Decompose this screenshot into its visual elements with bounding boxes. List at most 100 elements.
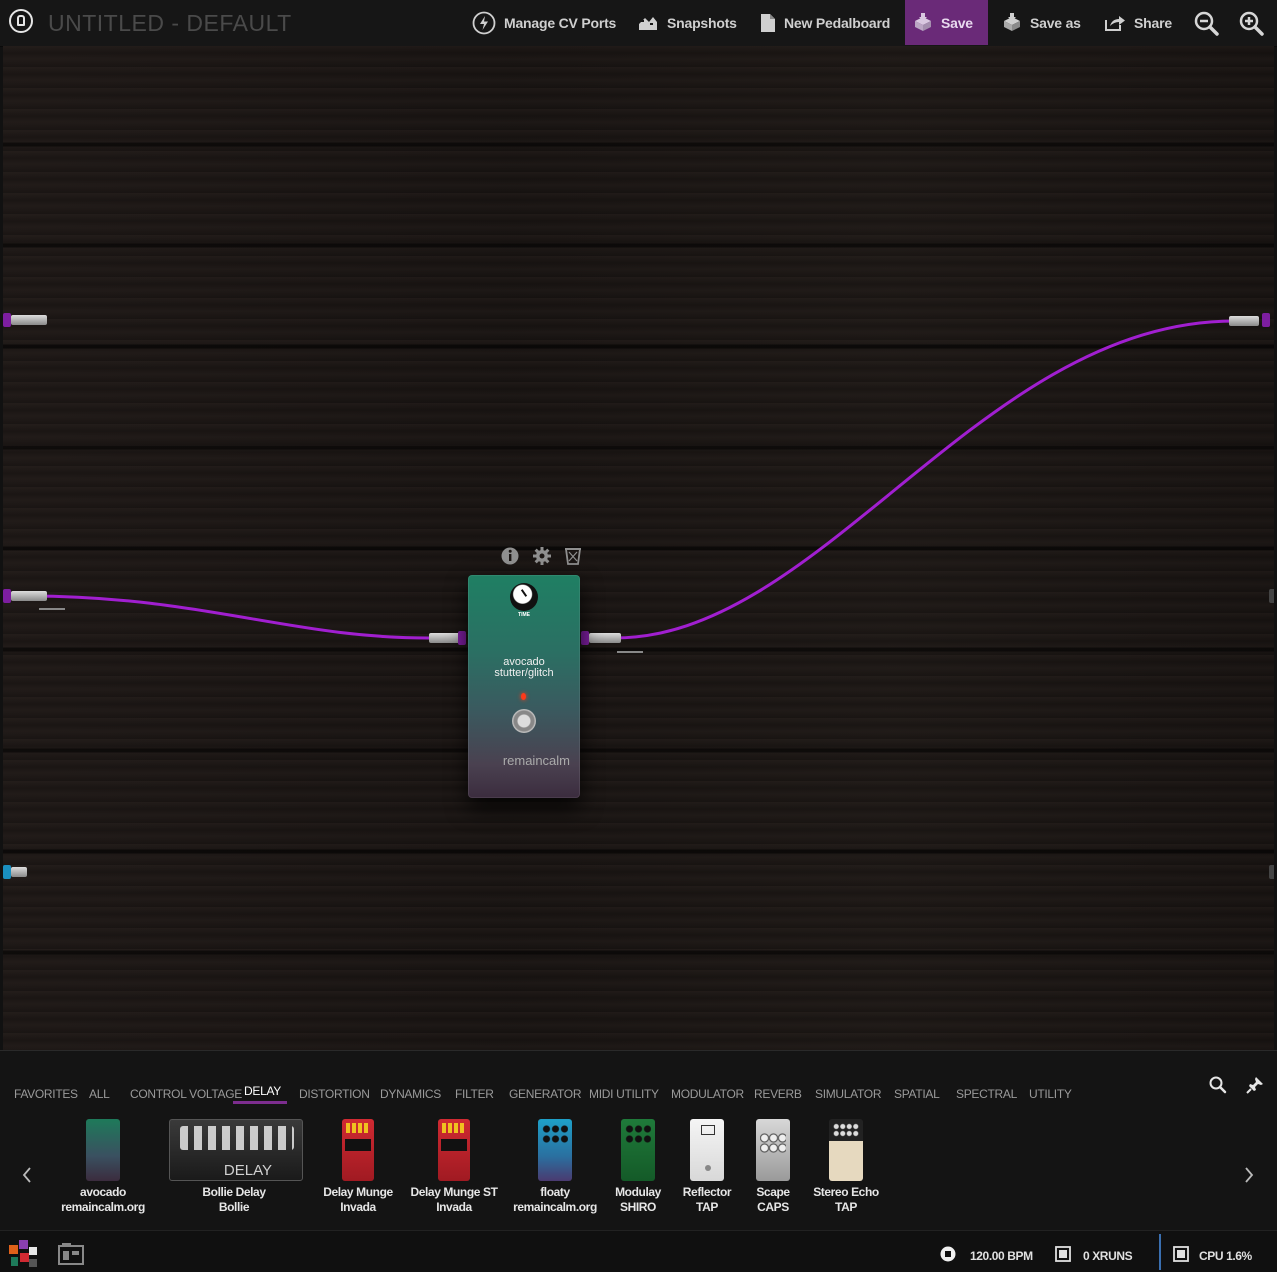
plugin-stereo-echo[interactable]: Stereo Echo TAP — [781, 1119, 911, 1215]
xruns-readout: 0 XRUNS — [1083, 1249, 1133, 1263]
tab-generator[interactable]: GENERATOR — [509, 1087, 582, 1101]
pin-icon[interactable] — [1245, 1075, 1265, 1095]
status-divider — [1159, 1234, 1161, 1270]
tab-control-voltage[interactable]: CONTROL VOLTAGE — [130, 1087, 242, 1101]
pedalboard-title: UNTITLED - DEFAULT — [48, 10, 292, 36]
save-label: Save — [941, 14, 973, 31]
plugin-thumbnail — [86, 1119, 120, 1181]
gear-icon[interactable] — [533, 547, 551, 565]
snapshots-label: Snapshots — [667, 14, 737, 31]
plugin-name: Bollie Delay — [202, 1185, 266, 1199]
tab-midi-utility[interactable]: MIDI UTILITY — [589, 1087, 659, 1101]
tab-spectral[interactable]: SPECTRAL — [956, 1087, 1017, 1101]
tab-simulator[interactable]: SIMULATOR — [815, 1087, 882, 1101]
active-tab-indicator — [233, 1101, 287, 1104]
system-capture-2-jack[interactable] — [3, 589, 11, 603]
scroll-left-arrow-icon[interactable] — [20, 1165, 34, 1185]
tab-reverb[interactable]: REVERB — [754, 1087, 802, 1101]
system-capture-1-jack[interactable] — [3, 313, 11, 327]
plugin-thumbnail — [342, 1119, 374, 1181]
bpm-readout[interactable]: 120.00 BPM — [970, 1249, 1033, 1263]
pedal-name: avocado stutter/glitch — [468, 657, 580, 679]
midi-capture-jack-plug[interactable] — [11, 867, 27, 877]
midi-capture-jack[interactable] — [3, 865, 11, 879]
cpu-readout: CPU 1.6% — [1199, 1249, 1252, 1263]
playback-1-jack-plug[interactable] — [1229, 316, 1259, 326]
plugin-brand: TAP — [835, 1200, 857, 1214]
lightning-icon — [472, 11, 496, 34]
top-bar: UNTITLED - DEFAULT Manage CV Ports Snaps… — [0, 0, 1277, 47]
plugin-thumbnail: DELAY — [169, 1119, 303, 1181]
tab-spatial[interactable]: SPATIAL — [894, 1087, 940, 1101]
capture-1-jack-plug[interactable] — [11, 315, 47, 325]
tab-modulator[interactable]: MODULATOR — [671, 1087, 744, 1101]
pedal-output-plug[interactable] — [589, 633, 621, 643]
bypass-led — [521, 693, 526, 700]
save-as-label: Save as — [1030, 14, 1081, 31]
manage-cv-ports-label: Manage CV Ports — [504, 14, 617, 31]
plugin-thumbnail — [438, 1119, 470, 1181]
xruns-icon — [1055, 1246, 1071, 1262]
pedal-output-jack[interactable] — [581, 631, 589, 645]
pedal-brand: remaincalm — [502, 753, 570, 768]
bank-icon[interactable] — [58, 1243, 84, 1265]
transport-stop-icon[interactable] — [940, 1246, 956, 1262]
pedalboard-canvas[interactable]: TIME avocado stutter/glitch remaincalm — [3, 46, 1274, 1050]
pedal-input-plug[interactable] — [429, 633, 461, 643]
plugin-bar: FAVORITES ALL CONTROL VOLTAGE DELAY DIST… — [0, 1050, 1277, 1231]
info-icon[interactable] — [501, 547, 519, 565]
time-knob-label: TIME — [518, 612, 530, 618]
pedalboard-view-icon[interactable] — [7, 1237, 39, 1269]
system-playback-2-jack[interactable] — [1269, 589, 1274, 603]
capture-2-jack-plug[interactable] — [11, 591, 47, 601]
manage-cv-ports-button[interactable]: Manage CV Ports — [464, 0, 624, 45]
trash-icon[interactable] — [564, 548, 582, 565]
scroll-right-arrow-icon[interactable] — [1242, 1165, 1256, 1185]
plugin-avocado[interactable]: avocado remaincalm.org — [38, 1119, 168, 1215]
new-pedalboard-label: New Pedalboard — [784, 14, 891, 31]
zoom-out-icon[interactable] — [1193, 10, 1219, 36]
tab-distortion[interactable]: DISTORTION — [299, 1087, 370, 1101]
share-label: Share — [1134, 14, 1172, 31]
zoom-in-icon[interactable] — [1238, 10, 1264, 36]
tab-filter[interactable]: FILTER — [455, 1087, 494, 1101]
search-icon[interactable] — [1208, 1075, 1228, 1095]
plugin-thumbnail — [829, 1119, 863, 1181]
footswitch[interactable] — [512, 709, 536, 733]
plugin-bollie-delay[interactable]: DELAY Bollie Delay Bollie — [169, 1119, 303, 1215]
tab-all[interactable]: ALL — [89, 1087, 110, 1101]
share-button[interactable]: Share — [1096, 0, 1180, 45]
save-as-box-icon — [1004, 12, 1020, 31]
cable-input-to-pedal — [27, 594, 434, 640]
plugin-brand: Bollie — [218, 1200, 250, 1214]
system-playback-1-jack[interactable] — [1262, 313, 1270, 327]
tab-delay[interactable]: DELAY — [244, 1084, 281, 1098]
cables-layer — [27, 319, 1239, 653]
bollie-thumb-label: DELAY — [223, 1162, 272, 1179]
save-as-button[interactable]: Save as — [994, 0, 1089, 45]
plugin-brand: remaincalm.org — [61, 1200, 145, 1214]
share-icon — [1105, 15, 1125, 31]
avocado-pedal[interactable]: TIME avocado stutter/glitch remaincalm — [468, 575, 580, 798]
tab-dynamics[interactable]: DYNAMICS — [380, 1087, 441, 1101]
time-knob[interactable] — [510, 583, 538, 611]
status-bar: 120.00 BPM 0 XRUNS CPU 1.6% — [0, 1230, 1277, 1272]
new-file-icon — [761, 13, 775, 32]
pedal-toolbar — [501, 547, 582, 565]
midi-playback-jack[interactable] — [1269, 865, 1274, 879]
mod-logo-icon[interactable] — [9, 9, 33, 33]
snapshots-button[interactable]: Snapshots — [629, 0, 745, 45]
tab-utility[interactable]: UTILITY — [1029, 1087, 1072, 1101]
plugin-name: Stereo Echo — [813, 1185, 879, 1199]
cpu-icon — [1173, 1246, 1189, 1262]
save-button[interactable]: Save — [905, 0, 988, 45]
pedal-input-jack[interactable] — [458, 631, 466, 645]
pedal-name-line2: stutter/glitch — [494, 667, 554, 679]
new-pedalboard-button[interactable]: New Pedalboard — [752, 0, 898, 45]
snapshots-icon — [639, 16, 657, 30]
tab-favorites[interactable]: FAVORITES — [14, 1087, 78, 1101]
save-box-icon — [915, 12, 931, 31]
plugin-name: avocado — [80, 1185, 126, 1199]
cable-pedal-to-output — [614, 319, 1239, 640]
plugin-thumbnail — [538, 1119, 572, 1181]
